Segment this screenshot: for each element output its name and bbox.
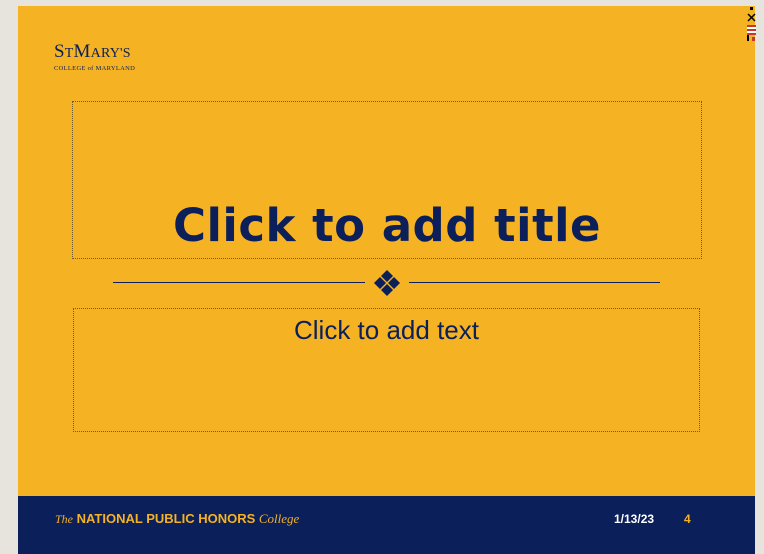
st-marys-logo: STMARY'S COLLEGE of MARYLAND <box>54 42 135 72</box>
logo-subtitle: COLLEGE of MARYLAND <box>54 65 136 72</box>
logo-letters-arys: ARY'S <box>90 46 131 61</box>
logo-letter-s: S <box>54 41 65 62</box>
divider-line-left <box>113 282 365 283</box>
footer-brand-main: NATIONAL PUBLIC HONORS <box>76 511 256 526</box>
logo-wordmark: STMARY'S <box>54 42 135 63</box>
footer-brand-the: The <box>55 512 73 526</box>
title-placeholder-text: Click to add title <box>172 199 602 252</box>
logo-letter-m: M <box>73 41 91 62</box>
divider-line-right <box>409 282 660 283</box>
title-placeholder[interactable]: Click to add title <box>72 101 702 259</box>
flag-icon[interactable] <box>747 25 756 41</box>
body-placeholder-text: Click to add text <box>294 315 479 345</box>
footer-date: 1/13/23 <box>614 512 655 526</box>
footer-page-number: 4 <box>684 512 691 526</box>
corner-toolbar <box>747 7 756 41</box>
slide-footer: The NATIONAL PUBLIC HONORS College 1/13/… <box>18 496 755 554</box>
dot-icon <box>750 7 753 10</box>
close-icon[interactable] <box>747 13 756 22</box>
diamond-cluster-icon <box>374 270 400 296</box>
slide-canvas[interactable]: STMARY'S COLLEGE of MARYLAND Click to ad… <box>18 6 755 554</box>
footer-brand: The NATIONAL PUBLIC HONORS College <box>55 511 299 527</box>
footer-brand-college: College <box>258 511 300 526</box>
body-placeholder[interactable]: Click to add text <box>73 308 700 432</box>
logo-letter-t: T <box>64 46 74 61</box>
